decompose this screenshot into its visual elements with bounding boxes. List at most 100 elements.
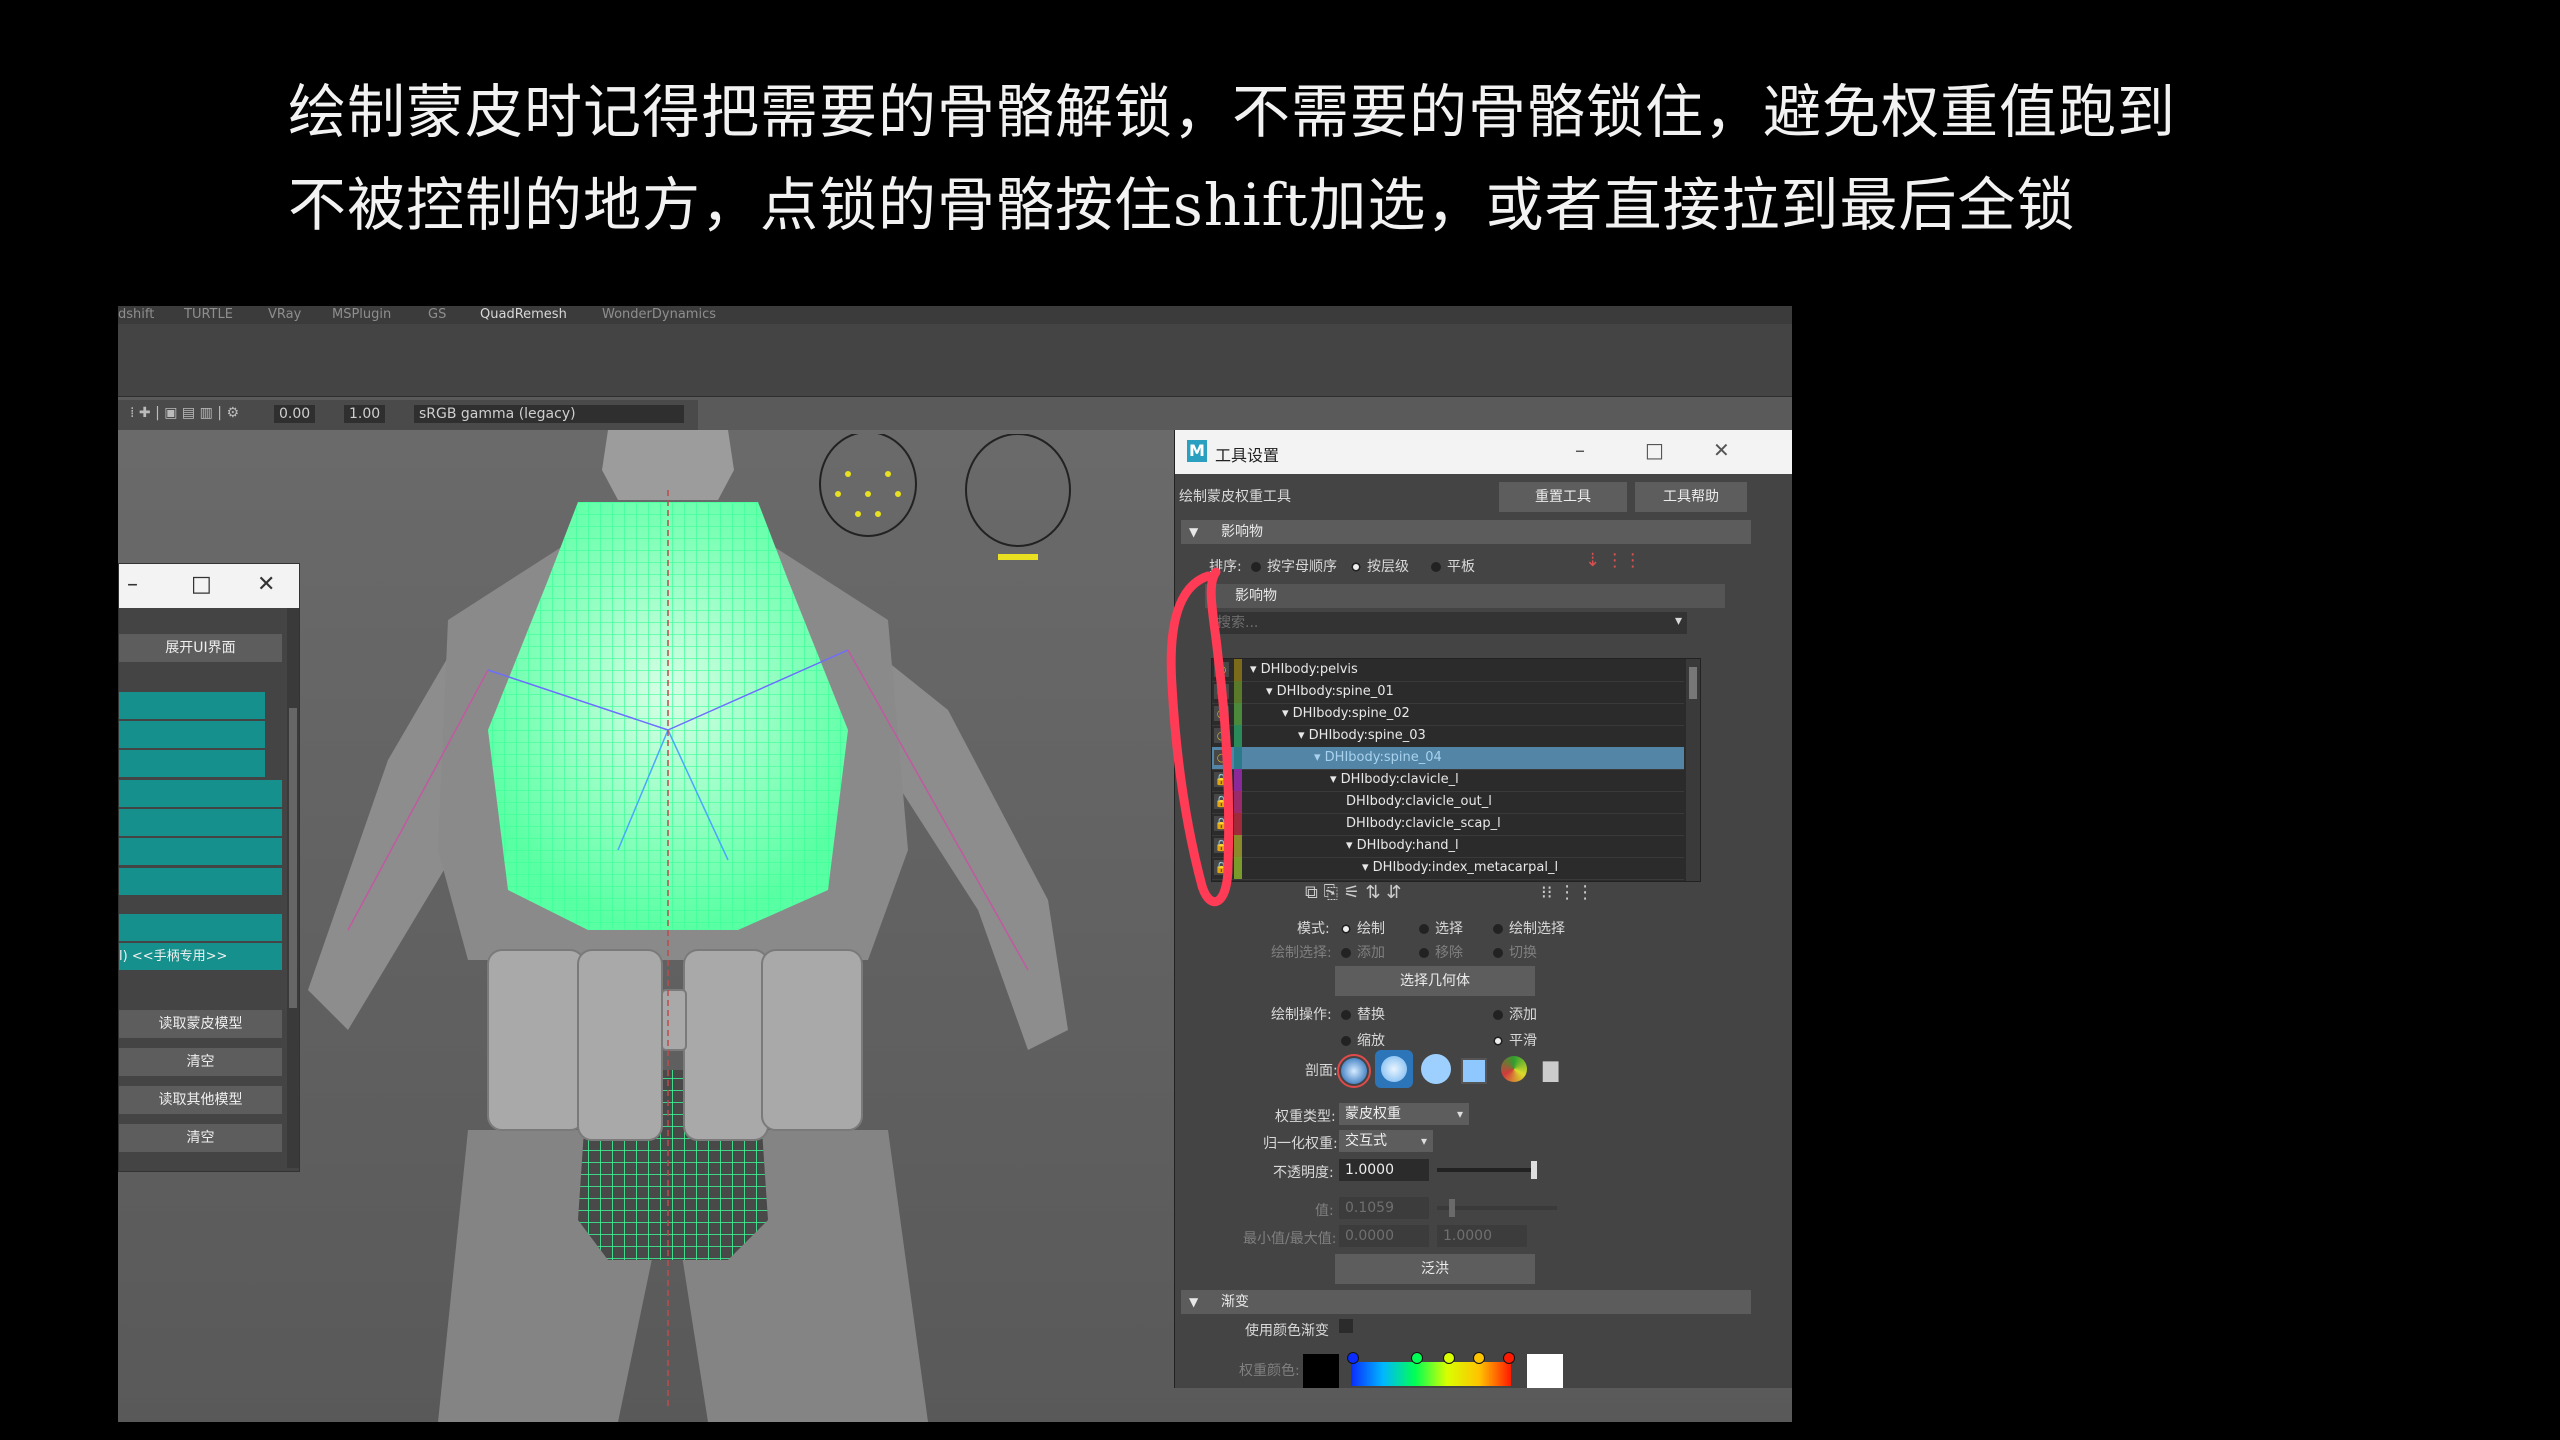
influence-row[interactable]: ○ ▾ DHIbody:spine_04 xyxy=(1212,747,1684,770)
influence-row[interactable]: ○ ▾ DHIbody:pelvis xyxy=(1212,659,1684,682)
influence-row[interactable]: 🔒 ▾ DHIbody:clavicle_l xyxy=(1212,769,1684,792)
sort-hierarchy-radio[interactable]: 按层级 xyxy=(1351,556,1409,576)
solid-brush-icon[interactable] xyxy=(1421,1054,1451,1084)
paint-op-scale-radio[interactable]: 缩放 xyxy=(1341,1030,1385,1050)
exposure-field[interactable]: 0.00 xyxy=(274,405,316,423)
influences-section-header[interactable]: ▼ 影响物 xyxy=(1181,520,1751,544)
teal-bar[interactable] xyxy=(119,750,265,777)
black-swatch[interactable] xyxy=(1303,1354,1339,1388)
clear-button-2[interactable]: 清空 xyxy=(119,1124,282,1152)
minimize-icon[interactable]: – xyxy=(127,572,138,597)
expand-ui-button[interactable]: 展开UI界面 xyxy=(119,634,282,662)
collapse-icon: ▼ xyxy=(1189,1295,1199,1309)
min-field[interactable]: 0.0000 xyxy=(1339,1225,1429,1247)
mode-paint-select-radio[interactable]: 绘制选择 xyxy=(1493,918,1565,938)
tool-help-button[interactable]: 工具帮助 xyxy=(1635,482,1747,512)
max-field[interactable]: 1.0000 xyxy=(1437,1225,1527,1247)
gamma-field[interactable]: 1.00 xyxy=(344,405,386,423)
colorspace-dropdown[interactable]: sRGB gamma (legacy) xyxy=(414,405,684,423)
slider-handle[interactable] xyxy=(1449,1199,1456,1217)
ramp-key[interactable] xyxy=(1473,1352,1485,1364)
influence-action-icons[interactable]: ⧉ ⎘ ⚟ ⇅ ⇵ xyxy=(1305,882,1401,903)
opacity-field[interactable]: 1.0000 xyxy=(1339,1159,1429,1181)
handle-only-bar[interactable]: l) <<手柄专用>> xyxy=(119,943,282,970)
ramp-key[interactable] xyxy=(1347,1352,1359,1364)
shelf-tab[interactable]: VRay xyxy=(268,307,301,322)
mode-paint-radio[interactable]: 绘制 xyxy=(1341,918,1385,938)
face-control-picker[interactable] xyxy=(808,434,928,544)
maximize-icon[interactable]: □ xyxy=(191,572,212,597)
influence-row[interactable]: ○ ▾ DHIbody:spine_01 xyxy=(1212,681,1684,704)
influence-row[interactable]: 🔒 DHIbody:clavicle_scap_l xyxy=(1212,813,1684,836)
shelf-tab[interactable]: MSPlugin xyxy=(332,307,391,322)
paint-select-remove-radio[interactable]: 移除 xyxy=(1419,942,1463,962)
use-color-ramp-checkbox[interactable] xyxy=(1339,1319,1353,1333)
value-field[interactable]: 0.1059 xyxy=(1339,1197,1429,1219)
square-brush-icon[interactable] xyxy=(1461,1058,1487,1084)
value-slider[interactable] xyxy=(1437,1199,1557,1217)
paint-op-replace-radio[interactable]: 替换 xyxy=(1341,1004,1385,1024)
viewport-icons[interactable]: ⁞ ✚ | ▣ ▤ ▥ | ⚙ xyxy=(130,405,239,421)
opacity-slider[interactable] xyxy=(1437,1161,1537,1179)
list-view-icons[interactable]: ⁝⁝ ⋮⋮ xyxy=(1541,882,1594,903)
teal-bar[interactable] xyxy=(119,914,282,941)
teal-bar[interactable] xyxy=(119,838,282,865)
shelf-tab[interactable]: QuadRemesh xyxy=(480,307,567,322)
ramp-key[interactable] xyxy=(1503,1352,1515,1364)
custom-brush-icon[interactable] xyxy=(1501,1056,1527,1082)
ramp-key[interactable] xyxy=(1411,1352,1423,1364)
shelf-tab[interactable]: dshift xyxy=(118,307,154,322)
sort-flat-radio[interactable]: 平板 xyxy=(1431,556,1475,576)
close-icon[interactable]: ✕ xyxy=(1713,438,1730,462)
paint-select-add-radio[interactable]: 添加 xyxy=(1341,942,1385,962)
reset-tool-button[interactable]: 重置工具 xyxy=(1499,482,1627,512)
sort-alpha-radio[interactable]: 按字母顺序 xyxy=(1251,556,1337,576)
influence-row[interactable]: ○ ▾ DHIbody:spine_03 xyxy=(1212,725,1684,748)
list-scrollbar[interactable] xyxy=(1686,659,1700,881)
white-swatch[interactable] xyxy=(1527,1354,1563,1388)
minimize-icon[interactable]: – xyxy=(1575,438,1585,462)
close-icon[interactable]: ✕ xyxy=(257,572,275,597)
maximize-icon[interactable]: □ xyxy=(1645,438,1664,462)
shelf-tab[interactable]: WonderDynamics xyxy=(602,307,716,322)
influence-search-input[interactable]: 搜索... xyxy=(1211,612,1687,634)
weight-hold-icons[interactable]: ⇣ ⋮⋮ xyxy=(1585,550,1642,571)
mode-select-radio[interactable]: 选择 xyxy=(1419,918,1463,938)
teal-bar[interactable] xyxy=(119,780,282,807)
clear-button[interactable]: 清空 xyxy=(119,1048,282,1076)
face-control-picker-2[interactable] xyxy=(958,434,1078,584)
select-geometry-button[interactable]: 选择几何体 xyxy=(1335,966,1535,996)
shelf-tab[interactable]: GS xyxy=(428,307,446,322)
search-dropdown-icon[interactable]: ▾ xyxy=(1675,613,1682,629)
read-other-model-button[interactable]: 读取其他模型 xyxy=(119,1086,282,1114)
influence-row[interactable]: ○ ▾ DHIbody:spine_02 xyxy=(1212,703,1684,726)
normalize-dropdown[interactable]: 交互式 xyxy=(1339,1130,1433,1152)
teal-bar[interactable] xyxy=(119,868,282,895)
shelf-tab[interactable]: TURTLE xyxy=(184,307,233,322)
teal-bar[interactable] xyxy=(119,721,265,748)
gradient-section-header[interactable]: ▼ 渐变 xyxy=(1181,1290,1751,1314)
gaussian-brush-icon[interactable] xyxy=(1337,1054,1371,1088)
read-skin-model-button[interactable]: 读取蒙皮模型 xyxy=(119,1010,282,1038)
teal-bar[interactable] xyxy=(119,692,265,719)
paint-op-add-radio[interactable]: 添加 xyxy=(1493,1004,1537,1024)
3d-viewport[interactable]: – □ ✕ 展开UI界面 l) <<手柄专用>> 读取蒙皮模型 清空 读取其他模… xyxy=(118,430,1792,1422)
scrollbar[interactable] xyxy=(287,608,299,1168)
influence-row[interactable]: 🔒 ▾ DHIbody:hand_l xyxy=(1212,835,1684,858)
flood-button[interactable]: 泛洪 xyxy=(1335,1254,1535,1284)
paint-select-toggle-radio[interactable]: 切换 xyxy=(1493,942,1537,962)
joint-name: ▾ DHIbody:spine_04 xyxy=(1314,750,1442,765)
soft-brush-icon[interactable] xyxy=(1375,1050,1413,1088)
ramp-key[interactable] xyxy=(1443,1352,1455,1364)
influence-row[interactable]: 🔒 ▾ DHIbody:index_metacarpal_l xyxy=(1212,857,1684,880)
influences-header: 影响物 xyxy=(1205,584,1725,608)
influence-row[interactable]: 🔒 DHIbody:clavicle_out_l xyxy=(1212,791,1684,814)
weight-color-ramp[interactable] xyxy=(1347,1352,1515,1386)
slider-handle[interactable] xyxy=(1531,1161,1537,1179)
paint-op-smooth-radio[interactable]: 平滑 xyxy=(1493,1030,1537,1050)
teal-bar[interactable] xyxy=(119,809,282,836)
joint-name: ▾ DHIbody:pelvis xyxy=(1250,662,1358,677)
influence-list[interactable]: ○ ▾ DHIbody:pelvis ○ ▾ DHIbody:spine_01 ○ ▾ D… xyxy=(1211,658,1701,882)
weight-type-dropdown[interactable]: 蒙皮权重 xyxy=(1339,1103,1469,1125)
folder-icon[interactable]: ▇ xyxy=(1543,1058,1558,1082)
